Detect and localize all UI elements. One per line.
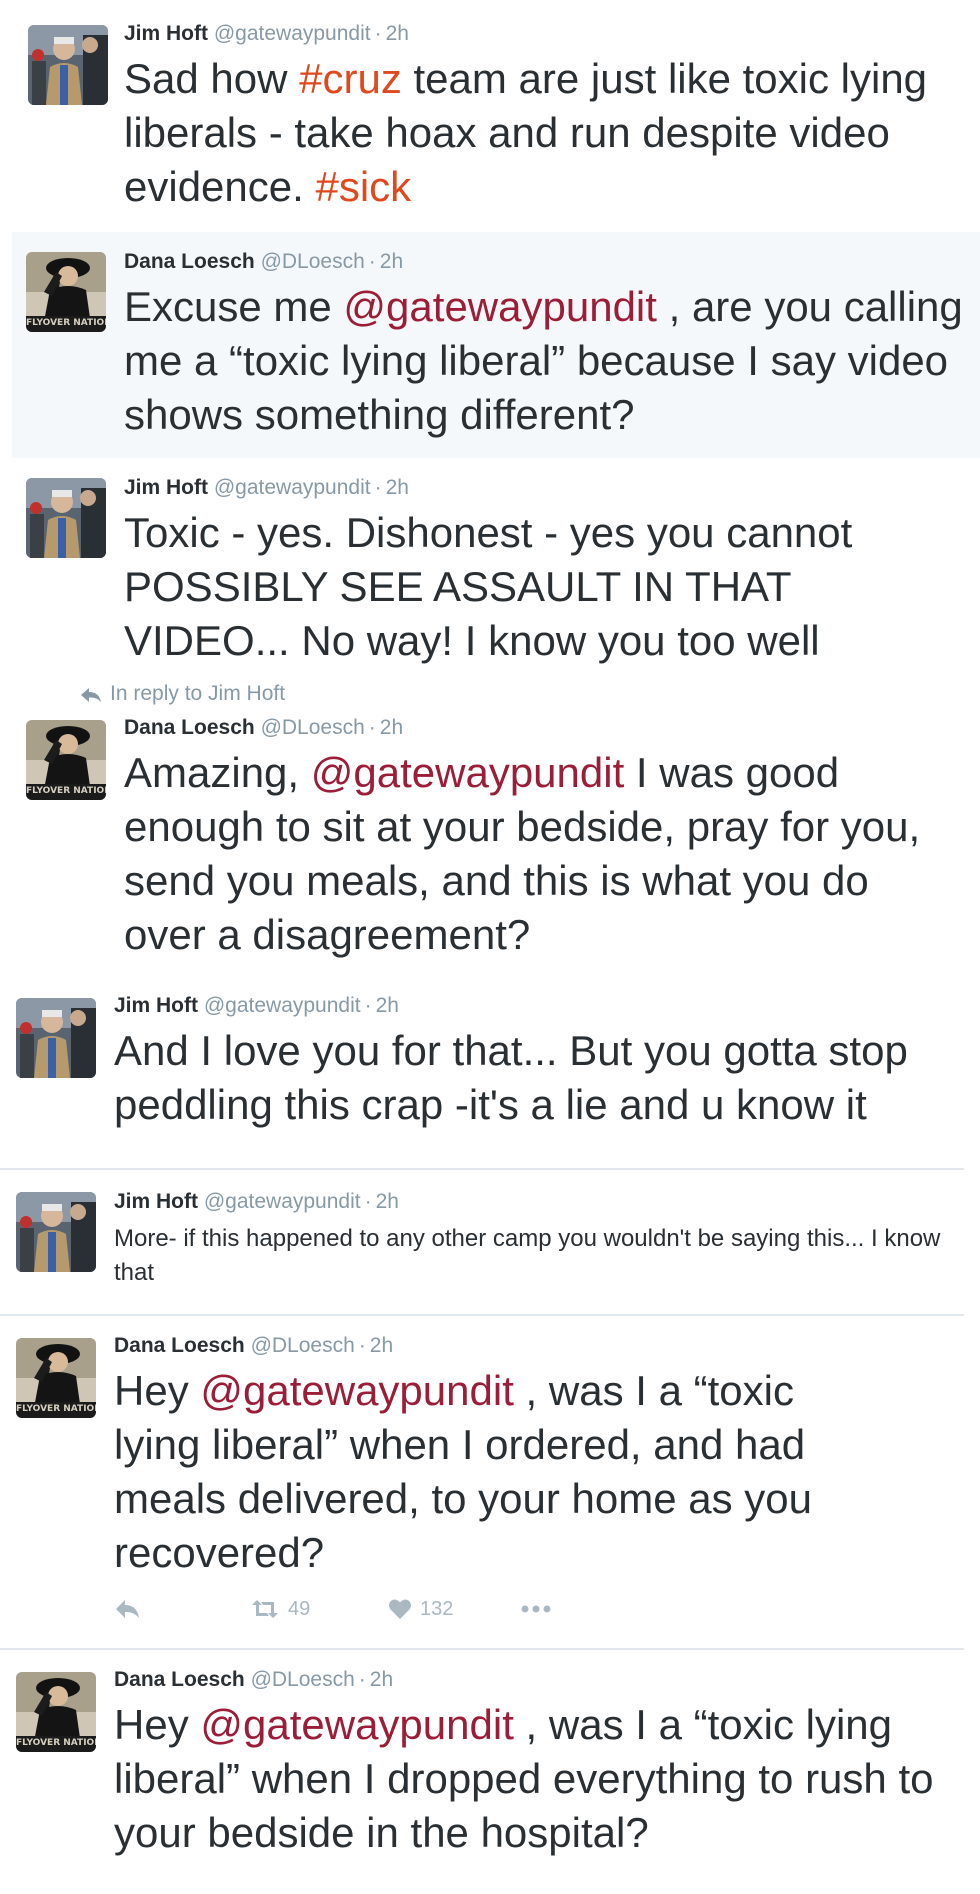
- tweet-header: Dana Loesch @DLoesch · 2h: [124, 716, 403, 740]
- author-handle[interactable]: @gatewaypundit: [214, 476, 371, 499]
- mention-link[interactable]: @gatewaypundit: [200, 1367, 514, 1414]
- reply-button[interactable]: [114, 1598, 140, 1621]
- tweet-text: More- if this happened to any other camp…: [114, 1225, 941, 1286]
- author-handle[interactable]: @DLoesch: [251, 1668, 355, 1691]
- separator-dot: ·: [364, 1190, 372, 1213]
- tweet-text: Sad how #cruz team are just like toxic l…: [124, 55, 928, 210]
- author-name[interactable]: Jim Hoft: [124, 476, 208, 499]
- separator-dot: ·: [358, 1668, 366, 1691]
- retweet-icon: [252, 1600, 278, 1618]
- avatar[interactable]: [26, 478, 106, 558]
- avatar[interactable]: FLYOVER NATION: [26, 720, 106, 800]
- tweet-text: Hey @gatewaypundit , was I a “toxic lyin…: [114, 1367, 813, 1576]
- timestamp[interactable]: 2h: [380, 250, 403, 273]
- avatar[interactable]: FLYOVER NATION: [16, 1338, 96, 1418]
- author-handle[interactable]: @gatewaypundit: [204, 994, 361, 1017]
- avatar-caption: FLYOVER NATION: [26, 318, 106, 328]
- author-name[interactable]: Jim Hoft: [124, 22, 208, 45]
- tweet[interactable]: Jim Hoft @gatewaypundit · 2h Sad how #cruz…: [0, 0, 980, 232]
- author-handle[interactable]: @DLoesch: [251, 1334, 355, 1357]
- reply-icon: [116, 1600, 139, 1618]
- separator-dot: ·: [358, 1334, 366, 1357]
- tweet-text: Amazing, @gatewaypundit I was good enoug…: [124, 749, 921, 958]
- tweet-header: Jim Hoft @gatewaypundit · 2h: [114, 1190, 399, 1214]
- avatar[interactable]: FLYOVER NATION: [16, 1672, 96, 1752]
- tweet[interactable]: FLYOVER NATION Dana Loesch @DLoesch · 2h A…: [0, 700, 980, 970]
- author-name[interactable]: Dana Loesch: [114, 1334, 245, 1357]
- tweet-text: And I love you for that... But you gotta…: [114, 1027, 908, 1128]
- like-button[interactable]: 132: [388, 1598, 453, 1621]
- tweet[interactable]: Jim Hoft @gatewaypundit · 2h And I love yo…: [0, 978, 980, 1168]
- timestamp[interactable]: 2h: [370, 1668, 393, 1691]
- separator-dot: ·: [364, 994, 372, 1017]
- author-name[interactable]: Jim Hoft: [114, 994, 198, 1017]
- like-count: 132: [420, 1598, 454, 1620]
- retweet-button[interactable]: 49: [250, 1598, 310, 1621]
- avatar[interactable]: [16, 998, 96, 1078]
- avatar[interactable]: FLYOVER NATION: [26, 252, 106, 332]
- mention-link[interactable]: @gatewaypundit: [200, 1701, 514, 1748]
- tweet[interactable]: FLYOVER NATION Dana Loesch @DLoesch · 2h H…: [0, 1650, 980, 1894]
- author-name[interactable]: Jim Hoft: [114, 1190, 198, 1213]
- author-handle[interactable]: @gatewaypundit: [214, 22, 371, 45]
- separator-dot: ·: [368, 716, 376, 739]
- tweet-header: Jim Hoft @gatewaypundit · 2h: [114, 994, 399, 1018]
- tweet[interactable]: Jim Hoft @gatewaypundit · 2h More- if this…: [0, 1170, 980, 1314]
- mention-link[interactable]: @gatewaypundit: [311, 749, 625, 796]
- avatar[interactable]: [28, 25, 108, 105]
- more-icon: [521, 1605, 551, 1613]
- hashtag-link[interactable]: #sick: [315, 163, 411, 210]
- author-handle[interactable]: @DLoesch: [261, 716, 365, 739]
- author-handle[interactable]: @gatewaypundit: [204, 1190, 361, 1213]
- author-name[interactable]: Dana Loesch: [114, 1668, 245, 1691]
- separator-dot: ·: [374, 22, 382, 45]
- tweet-header: Dana Loesch @DLoesch · 2h: [124, 250, 403, 274]
- tweet-text: Excuse me @gatewaypundit , are you calli…: [124, 283, 963, 438]
- tweet-header: Dana Loesch @DLoesch · 2h: [114, 1334, 393, 1358]
- avatar-caption: FLYOVER NATION: [16, 1404, 96, 1414]
- tweet[interactable]: FLYOVER NATION Dana Loesch @DLoesch · 2h H…: [0, 1316, 980, 1646]
- tweet-text: Toxic - yes. Dishonest - yes you cannot …: [124, 509, 853, 664]
- hashtag-link[interactable]: #cruz: [299, 55, 402, 102]
- mention-link[interactable]: @gatewaypundit: [343, 283, 657, 330]
- tweet-header: Jim Hoft @gatewaypundit · 2h: [124, 22, 409, 46]
- timestamp[interactable]: 2h: [376, 1190, 399, 1213]
- retweet-count: 49: [288, 1598, 311, 1620]
- more-button[interactable]: [520, 1598, 552, 1621]
- tweet[interactable]: Jim Hoft @gatewaypundit · 2h Toxic - yes. …: [0, 458, 980, 678]
- author-name[interactable]: Dana Loesch: [124, 716, 255, 739]
- separator-dot: ·: [368, 250, 376, 273]
- tweet-text: Hey @gatewaypundit , was I a “toxic lyin…: [114, 1701, 934, 1856]
- author-handle[interactable]: @DLoesch: [261, 250, 365, 273]
- timestamp[interactable]: 2h: [370, 1334, 393, 1357]
- avatar-caption: FLYOVER NATION: [26, 786, 106, 796]
- avatar[interactable]: [16, 1192, 96, 1272]
- author-name[interactable]: Dana Loesch: [124, 250, 255, 273]
- like-icon: [389, 1599, 411, 1619]
- timestamp[interactable]: 2h: [376, 994, 399, 1017]
- tweet-highlighted[interactable]: FLYOVER NATION Dana Loesch @DLoesch · 2h E…: [12, 232, 980, 458]
- timestamp[interactable]: 2h: [386, 476, 409, 499]
- tweet-header: Jim Hoft @gatewaypundit · 2h: [124, 476, 409, 500]
- avatar-caption: FLYOVER NATION: [16, 1738, 96, 1748]
- separator-dot: ·: [374, 476, 382, 499]
- tweet-header: Dana Loesch @DLoesch · 2h: [114, 1668, 393, 1692]
- timestamp[interactable]: 2h: [386, 22, 409, 45]
- timestamp[interactable]: 2h: [380, 716, 403, 739]
